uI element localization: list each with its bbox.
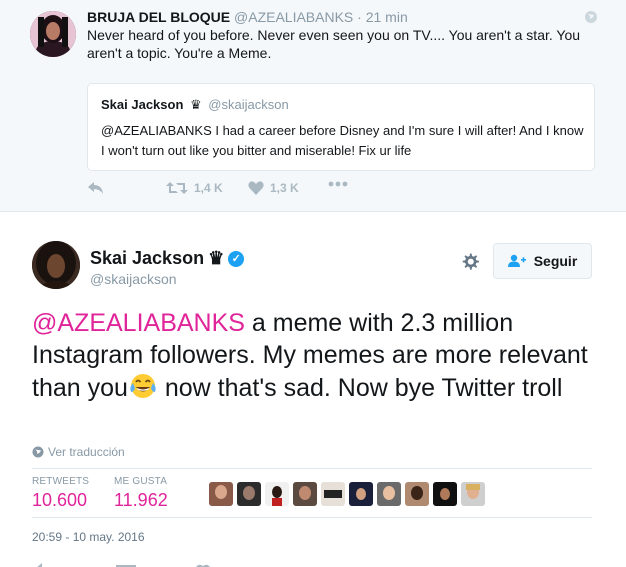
tweet-timestamp[interactable]: 20:59 - 10 may. 2016 xyxy=(32,530,145,544)
mention-link[interactable]: @AZEALIABANKS xyxy=(32,309,245,337)
likes-stat[interactable]: ME GUSTA 11.962 xyxy=(114,476,168,511)
heart-icon xyxy=(248,181,264,195)
reply-tweet[interactable]: BRUJA DEL BLOQUE @AZEALIABANKS · 21 min … xyxy=(0,0,626,212)
retweets-stat[interactable]: RETWEETS 10.600 xyxy=(32,476,89,511)
likes-value: 11.962 xyxy=(114,490,168,510)
translate-link[interactable]: Ver traducción xyxy=(32,445,125,459)
reply-tweet-header: BRUJA DEL BLOQUE @AZEALIABANKS · 21 min xyxy=(87,9,408,25)
follow-user-icon xyxy=(507,254,526,267)
reply-author-handle[interactable]: @AZEALIABANKS xyxy=(234,9,353,25)
liker-avatar[interactable] xyxy=(293,482,317,506)
liker-avatar[interactable] xyxy=(377,482,401,506)
main-tweet-text-part2: now that's sad. Now bye Twitter troll xyxy=(157,374,563,402)
liker-avatars xyxy=(209,482,485,506)
main-author-name-row[interactable]: Skai Jackson ♛ ✓ xyxy=(90,248,245,269)
globe-icon xyxy=(32,446,44,458)
reply-author-avatar[interactable] xyxy=(30,11,76,57)
liker-avatar[interactable] xyxy=(237,482,261,506)
liker-avatar[interactable] xyxy=(321,482,345,506)
quoted-author-name: Skai Jackson xyxy=(101,97,184,112)
main-tweet-text: @AZEALIABANKS a meme with 2.3 million In… xyxy=(32,307,592,404)
tears-of-joy-emoji-icon xyxy=(130,374,156,398)
quoted-tweet[interactable]: Skai Jackson ♛ @skaijackson @AZEALIABANK… xyxy=(87,83,595,171)
reply-button[interactable] xyxy=(87,181,105,195)
retweet-count: 1,4 K xyxy=(194,181,223,195)
reply-time[interactable]: · 21 min xyxy=(357,9,408,25)
retweets-label: RETWEETS xyxy=(32,476,90,487)
reply-tweet-text: Never heard of you before. Never even se… xyxy=(87,27,581,61)
reply-icon[interactable] xyxy=(36,563,52,567)
crown-icon: ♛ xyxy=(190,97,202,112)
verified-badge-icon: ✓ xyxy=(228,250,245,267)
more-button[interactable] xyxy=(328,181,348,187)
stats-divider-bottom xyxy=(32,517,592,518)
reply-author-name[interactable]: BRUJA DEL BLOQUE xyxy=(87,9,230,25)
liker-avatar[interactable] xyxy=(349,482,373,506)
gear-icon[interactable] xyxy=(460,252,480,272)
liker-avatar[interactable] xyxy=(461,482,485,506)
main-author-avatar[interactable] xyxy=(32,241,80,289)
heart-icon[interactable] xyxy=(196,563,210,567)
main-author-name[interactable]: Skai Jackson xyxy=(90,248,204,269)
main-tweet-actions xyxy=(32,561,232,567)
quoted-tweet-text: @AZEALIABANKS I had a career before Disn… xyxy=(101,123,584,158)
retweet-icon xyxy=(166,182,188,194)
follow-button[interactable]: Seguir xyxy=(493,243,592,279)
liker-avatar[interactable] xyxy=(433,482,457,506)
quoted-author-handle: @skaijackson xyxy=(208,97,289,112)
quoted-tweet-header: Skai Jackson ♛ @skaijackson xyxy=(101,97,289,113)
translate-label[interactable]: Ver traducción xyxy=(48,445,125,459)
reply-icon xyxy=(88,182,103,194)
likes-label: ME GUSTA xyxy=(114,476,168,487)
stats-divider-top xyxy=(32,468,592,469)
retweet-icon[interactable] xyxy=(116,563,136,567)
retweets-value: 10.600 xyxy=(32,490,88,510)
main-tweet: Skai Jackson ♛ ✓ @skaijackson Seguir @AZ… xyxy=(0,212,626,567)
retweet-button[interactable]: 1,4 K xyxy=(166,181,223,195)
more-icon xyxy=(328,181,348,187)
follow-button-label: Seguir xyxy=(533,253,578,269)
liker-avatar[interactable] xyxy=(405,482,429,506)
liker-avatar[interactable] xyxy=(209,482,233,506)
main-author-handle[interactable]: @skaijackson xyxy=(90,271,177,287)
like-button[interactable]: 1,3 K xyxy=(248,181,299,195)
crown-icon: ♛ xyxy=(208,248,225,268)
liker-avatar[interactable] xyxy=(265,482,289,506)
globe-icon xyxy=(585,11,597,23)
like-count: 1,3 K xyxy=(270,181,299,195)
